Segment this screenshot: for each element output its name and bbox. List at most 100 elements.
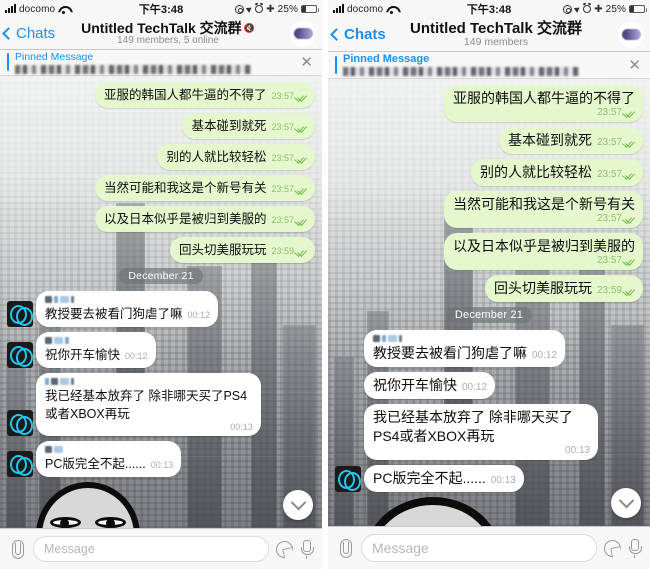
- pinned-message-bar[interactable]: Pinned Message ✕: [328, 52, 650, 79]
- status-bar: docomo 下午3:48 ✚ 25%: [328, 0, 650, 18]
- message-bubble-outgoing[interactable]: 以及日本似乎是被归到美服的 23:57: [94, 206, 315, 232]
- message-row[interactable]: 我已经基本放弃了 除非哪天买了PS4或者XBOX再玩 00:13: [335, 404, 643, 460]
- chat-title: Untitled TechTalk 交流群 🔇: [60, 21, 276, 36]
- message-bubble-outgoing[interactable]: 亚服的韩国人都牛逼的不得了 23:57: [444, 85, 643, 122]
- message-row[interactable]: 我已经基本放弃了 除非哪天买了PS4或者XBOX再玩 00:13: [7, 373, 315, 436]
- date-separator-label: December 21: [445, 307, 533, 323]
- read-receipt-icon: [624, 109, 635, 116]
- message-row[interactable]: 回头切美服玩玩 23:59: [335, 275, 643, 302]
- message-input[interactable]: Message: [33, 536, 269, 562]
- message-bubble-outgoing[interactable]: 当然可能和我这是个新号有关 23:57: [94, 175, 315, 201]
- message-row[interactable]: PC版完全不起...... 00:13: [7, 441, 315, 477]
- message-list[interactable]: 亚服的韩国人都牛逼的不得了 23:57 基本碰到就死 23:57 别的人就比较轻松 2…: [0, 76, 322, 528]
- face-sticker: [364, 497, 502, 526]
- message-bubble-incoming[interactable]: 我已经基本放弃了 除非哪天买了PS4或者XBOX再玩 00:13: [36, 373, 261, 436]
- sticker-icon[interactable]: [276, 540, 293, 558]
- pinned-redacted-text: [343, 67, 580, 76]
- pinned-message-bar[interactable]: Pinned Message ✕: [0, 50, 322, 76]
- message-text: 亚服的韩国人都牛逼的不得了: [103, 88, 267, 102]
- close-icon[interactable]: ✕: [296, 53, 322, 71]
- microphone-icon[interactable]: [300, 539, 314, 559]
- sticker-message[interactable]: 00:15: [36, 482, 140, 528]
- nav-title-block[interactable]: Untitled TechTalk 交流群 🔇 149 members, 5 on…: [60, 21, 276, 46]
- message-text: 以及日本似乎是被归到美服的: [453, 238, 635, 254]
- paperclip-icon[interactable]: [337, 538, 354, 558]
- message-row[interactable]: 00:15: [7, 482, 315, 528]
- message-text: 我已经基本放弃了 除非哪天买了PS4或者XBOX再玩: [373, 409, 573, 444]
- message-row[interactable]: 以及日本似乎是被归到美服的 23:57: [7, 206, 315, 232]
- message-bubble-outgoing[interactable]: 亚服的韩国人都牛逼的不得了 23:57: [94, 82, 315, 108]
- back-button-label: Chats: [16, 25, 56, 42]
- message-row[interactable]: 回头切美服玩玩 23:59: [7, 237, 315, 263]
- message-input[interactable]: Message: [361, 534, 597, 562]
- avatar[interactable]: [7, 451, 33, 477]
- avatar[interactable]: [7, 342, 33, 368]
- message-bubble-outgoing[interactable]: 基本碰到就死 23:57: [498, 127, 643, 154]
- sticker-message[interactable]: 00:15: [364, 497, 502, 526]
- message-row[interactable]: 当然可能和我这是个新号有关 23:57: [7, 175, 315, 201]
- message-row[interactable]: 教授要去被看门狗虐了嘛 00:12: [7, 291, 315, 327]
- message-bubble-outgoing[interactable]: 当然可能和我这是个新号有关 23:57: [444, 191, 643, 228]
- message-row[interactable]: 别的人就比较轻松 23:57: [335, 159, 643, 186]
- message-bubble-incoming[interactable]: 祝你开车愉快 00:12: [36, 332, 156, 368]
- message-row[interactable]: 基本碰到就死 23:57: [335, 127, 643, 154]
- message-text: 当然可能和我这是个新号有关: [103, 181, 267, 195]
- message-bubble-incoming[interactable]: 我已经基本放弃了 除非哪天买了PS4或者XBOX再玩 00:13: [364, 404, 599, 460]
- message-bubble-outgoing[interactable]: 别的人就比较轻松 23:57: [157, 144, 315, 170]
- message-row[interactable]: PC版完全不起...... 00:13: [335, 465, 643, 492]
- message-time: 23:57: [596, 107, 622, 118]
- close-icon[interactable]: ✕: [624, 56, 650, 74]
- message-bubble-incoming[interactable]: 祝你开车愉快 00:12: [364, 372, 496, 399]
- back-button[interactable]: Chats: [328, 26, 386, 43]
- message-time: 23:57: [271, 153, 294, 163]
- message-row[interactable]: 祝你开车愉快 00:12: [7, 332, 315, 368]
- chat-area: 亚服的韩国人都牛逼的不得了 23:57 基本碰到就死 23:57 别的人就比较轻松 2…: [0, 76, 322, 528]
- rotation-lock-icon: [563, 4, 573, 14]
- pinned-text-block: Pinned Message: [343, 53, 624, 76]
- message-time: 00:13: [565, 445, 591, 456]
- message-bubble-outgoing[interactable]: 回头切美服玩玩 23:59: [484, 275, 643, 302]
- message-row[interactable]: 以及日本似乎是被归到美服的 23:57: [335, 233, 643, 270]
- message-bubble-incoming[interactable]: PC版完全不起...... 00:13: [36, 441, 182, 477]
- scroll-to-bottom-button[interactable]: [611, 488, 641, 518]
- avatar[interactable]: [7, 410, 33, 436]
- message-row[interactable]: 亚服的韩国人都牛逼的不得了 23:57: [335, 85, 643, 122]
- read-receipt-icon: [296, 155, 307, 162]
- message-row[interactable]: 教授要去被看门狗虐了嘛 00:12: [335, 330, 643, 367]
- message-meta: 00:12: [125, 351, 148, 361]
- message-text: 别的人就比较轻松: [479, 164, 592, 180]
- message-row[interactable]: 别的人就比较轻松 23:57: [7, 144, 315, 170]
- message-row[interactable]: 基本碰到就死 23:57: [7, 113, 315, 139]
- sticker-head: [364, 497, 502, 526]
- read-receipt-icon: [296, 124, 307, 131]
- message-row[interactable]: 当然可能和我这是个新号有关 23:57: [335, 191, 643, 228]
- message-meta: 23:57: [271, 184, 307, 194]
- read-receipt-icon: [624, 257, 635, 264]
- message-meta: 23:59: [597, 285, 635, 296]
- battery-icon: [301, 5, 319, 13]
- message-bubble-incoming[interactable]: 教授要去被看门狗虐了嘛 00:12: [36, 291, 219, 327]
- chat-title-text: Untitled TechTalk 交流群: [81, 19, 242, 36]
- message-bubble-outgoing[interactable]: 回头切美服玩玩 23:59: [169, 237, 315, 263]
- nav-title-block[interactable]: Untitled TechTalk 交流群 149 members: [388, 21, 604, 48]
- message-bubble-incoming[interactable]: PC版完全不起...... 00:13: [364, 465, 524, 492]
- chat-avatar[interactable]: [290, 20, 316, 47]
- message-text: PC版完全不起......: [45, 457, 146, 471]
- back-button[interactable]: Chats: [0, 25, 55, 42]
- message-row[interactable]: 00:15: [335, 497, 643, 526]
- message-bubble-outgoing[interactable]: 别的人就比较轻松 23:57: [470, 159, 643, 186]
- message-row[interactable]: 亚服的韩国人都牛逼的不得了 23:57: [7, 82, 315, 108]
- message-bubble-outgoing[interactable]: 以及日本似乎是被归到美服的 23:57: [444, 233, 643, 270]
- message-row[interactable]: 祝你开车愉快 00:12: [335, 372, 643, 399]
- chat-avatar[interactable]: [618, 21, 644, 48]
- message-bubble-outgoing[interactable]: 基本碰到就死 23:57: [182, 113, 315, 139]
- paperclip-icon[interactable]: [9, 539, 26, 559]
- microphone-icon[interactable]: [628, 538, 642, 558]
- sticker-icon[interactable]: [604, 539, 621, 557]
- status-bar-time: 下午3:48: [138, 4, 184, 16]
- avatar[interactable]: [335, 466, 361, 492]
- message-bubble-incoming[interactable]: 教授要去被看门狗虐了嘛 00:12: [364, 330, 566, 367]
- avatar[interactable]: [7, 301, 33, 327]
- scroll-to-bottom-button[interactable]: [283, 490, 313, 520]
- message-list[interactable]: 亚服的韩国人都牛逼的不得了 23:57 基本碰到就死 23:57 别的人就比较轻松 2…: [328, 79, 650, 526]
